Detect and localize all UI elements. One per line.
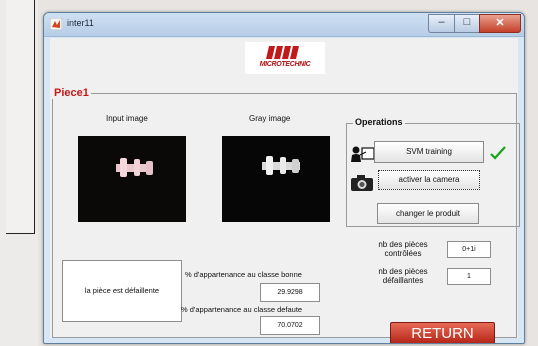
company-logo: MICROTECHNIC bbox=[245, 42, 325, 74]
window-title: inter11 bbox=[67, 18, 94, 28]
gray-image-label: Gray image bbox=[249, 114, 291, 123]
good-class-label: % d'appartenance au classe bonne bbox=[185, 270, 302, 279]
input-part-image bbox=[78, 136, 186, 222]
logo-graphic bbox=[245, 42, 325, 74]
logo-text: MICROTECHNIC bbox=[259, 61, 311, 68]
defect-class-label: % d'appartenance au classe defaute bbox=[181, 305, 303, 314]
defect-class-value: 70.0702 bbox=[260, 316, 320, 335]
close-button[interactable]: ✕ bbox=[479, 14, 521, 33]
maximize-icon: □ bbox=[463, 16, 471, 28]
change-product-button[interactable]: changer le produit bbox=[377, 203, 479, 224]
activate-camera-button[interactable]: activer la camera bbox=[378, 170, 480, 190]
matlab-app-icon bbox=[50, 18, 62, 30]
defective-count-label: nb des pièces défaillantes bbox=[378, 267, 428, 285]
title-bar[interactable]: inter11 – □ ✕ bbox=[44, 13, 524, 37]
minimize-button[interactable]: – bbox=[428, 14, 455, 33]
minimize-icon: – bbox=[438, 16, 445, 28]
operations-title: Operations bbox=[353, 117, 405, 127]
input-image-label: Input image bbox=[106, 114, 148, 123]
controlled-count-value: 0+1i bbox=[447, 241, 491, 258]
gray-image bbox=[222, 136, 330, 222]
camera-icon bbox=[351, 175, 373, 191]
left-panel-edge bbox=[6, 0, 35, 234]
close-icon: ✕ bbox=[495, 17, 505, 29]
defective-count-value: 1 bbox=[447, 268, 491, 285]
app-window: inter11 – □ ✕ MICROTECHNIC Piece1 Input … bbox=[43, 12, 525, 344]
panel-title: Piece1 bbox=[52, 87, 91, 99]
figure-client-area: MICROTECHNIC Piece1 Input image Gray ima… bbox=[50, 38, 520, 343]
good-class-value: 29.9298 bbox=[260, 283, 320, 302]
teacher-board-icon bbox=[351, 146, 375, 162]
input-image bbox=[78, 136, 186, 222]
check-icon bbox=[490, 146, 506, 160]
controlled-count-label: nb des pièces contrôlées bbox=[378, 240, 428, 258]
svm-training-button[interactable]: SVM training bbox=[374, 141, 484, 163]
return-button[interactable]: RETURN bbox=[390, 322, 495, 343]
maximize-button[interactable]: □ bbox=[454, 14, 480, 33]
status-message-box: la pièce est défaillente bbox=[62, 260, 182, 322]
gray-part-image bbox=[222, 136, 330, 222]
